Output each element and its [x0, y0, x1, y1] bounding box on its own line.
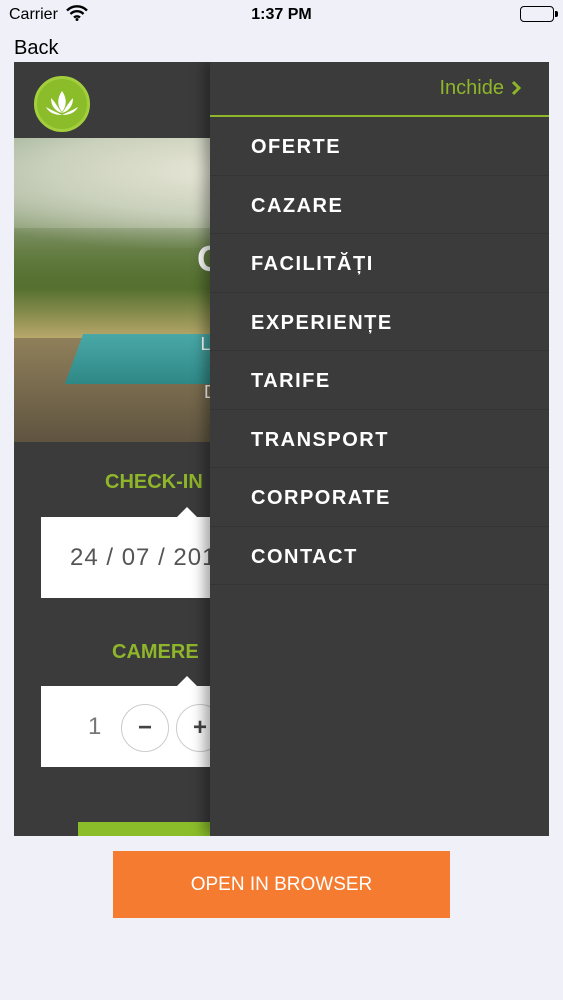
status-bar: Carrier 1:37 PM — [0, 0, 563, 30]
menu-item-oferte[interactable]: OFERTE — [210, 117, 549, 176]
open-in-browser-button[interactable]: OPEN IN BROWSER — [113, 851, 450, 918]
menu-item-experiente[interactable]: EXPERIENȚE — [210, 293, 549, 351]
rooms-decrement-button[interactable]: − — [121, 704, 169, 752]
menu-item-tarife[interactable]: TARIFE — [210, 351, 549, 410]
close-menu-label: Inchide — [439, 77, 505, 99]
menu-item-facilitati[interactable]: FACILITĂȚI — [210, 234, 549, 293]
menu-item-label: OFERTE — [251, 136, 342, 158]
check-in-date-value: 24 / 07 / 201 — [70, 544, 217, 571]
lotus-logo-icon[interactable] — [34, 76, 90, 132]
chevron-right-icon — [511, 77, 522, 100]
menu-item-label: TARIFE — [251, 370, 331, 392]
menu-item-label: CONTACT — [251, 545, 358, 568]
status-time: 1:37 PM — [251, 6, 312, 23]
menu-item-label: EXPERIENȚE — [251, 311, 393, 334]
menu-item-transport[interactable]: TRANSPORT — [210, 410, 549, 468]
battery-icon — [520, 6, 558, 22]
close-menu-button[interactable]: Inchide — [440, 77, 523, 100]
menu-list: OFERTE CAZARE FACILITĂȚI EXPERIENȚE TARI… — [210, 117, 549, 585]
menu-item-label: FACILITĂȚI — [251, 253, 374, 275]
rooms-value: 1 — [88, 713, 102, 740]
web-view: GREEN V Locul unde Dunărea deopotrivă o … — [14, 62, 549, 836]
menu-header: Inchide — [210, 62, 549, 117]
menu-item-label: CORPORATE — [251, 487, 391, 509]
menu-item-corporate[interactable]: CORPORATE — [210, 468, 549, 527]
rooms-label: CAMERE — [112, 641, 199, 663]
side-menu: Inchide OFERTE CAZARE FACILITĂȚI EXPERIE… — [210, 62, 549, 836]
menu-item-contact[interactable]: CONTACT — [210, 527, 549, 585]
menu-item-label: TRANSPORT — [251, 428, 389, 451]
menu-item-label: CAZARE — [251, 194, 344, 217]
check-in-label: CHECK-IN — [105, 471, 203, 493]
back-button[interactable]: Back — [14, 37, 58, 60]
menu-item-cazare[interactable]: CAZARE — [210, 176, 549, 234]
